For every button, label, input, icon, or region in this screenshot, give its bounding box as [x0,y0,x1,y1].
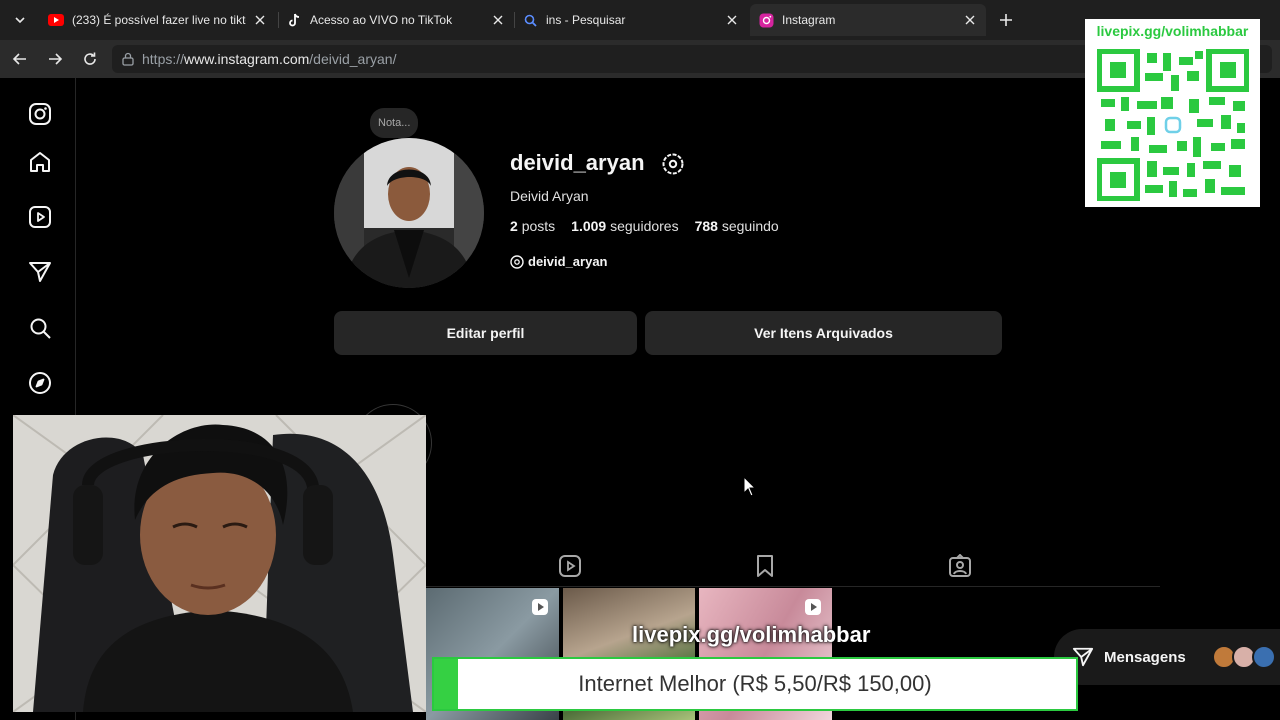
reel-icon [805,599,822,615]
followers-label: seguidores [610,218,679,234]
new-tab-button[interactable] [994,8,1018,32]
posts-stat: 2 posts [510,218,555,234]
plus-icon [1000,14,1012,26]
tagged-tab-icon[interactable] [947,553,973,579]
message-avatars [1212,645,1276,669]
home-icon[interactable] [26,148,54,176]
threads-handle: deivid_aryan [528,254,608,269]
profile-tabs-divider [334,586,1160,587]
edit-profile-button[interactable]: Editar perfil [334,311,637,355]
tab-bing-search[interactable]: ins - Pesquisar [514,4,748,36]
posts-count: 2 [510,218,518,234]
goal-progress-fill [434,659,458,709]
reload-button[interactable] [78,47,102,71]
avatar [1252,645,1276,669]
posts-label: posts [521,218,556,234]
messages-icon[interactable] [26,258,54,286]
threads-link[interactable]: deivid_aryan [510,254,608,269]
close-icon[interactable] [962,12,978,28]
tab-title: Instagram [782,13,836,27]
url-host: www.instagram.com [184,51,310,67]
reels-tab-icon[interactable] [557,553,583,579]
explore-icon[interactable] [26,369,54,397]
tiktok-icon [286,12,302,28]
messages-drawer-button[interactable]: Mensagens [1054,629,1280,685]
goal-text: Internet Melhor (R$ 5,50/R$ 150,00) [578,671,932,696]
lock-icon [120,51,136,67]
profile-username: deivid_aryan [510,150,645,175]
qr-code-icon [1097,49,1249,201]
reel-icon [531,599,548,615]
followers-count: 1.009 [571,218,607,234]
mouse-cursor-icon [743,476,757,497]
instagram-icon [758,12,774,28]
view-archive-button[interactable]: Ver Itens Arquivados [645,311,1002,355]
tab-title: ins - Pesquisar [546,13,626,27]
tab-search-menu-button[interactable] [8,8,32,32]
arrow-left-icon [12,53,26,65]
close-icon[interactable] [252,12,268,28]
profile-stats: 2 posts 1.009 seguidores 788 seguindo [510,218,779,234]
instagram-logo-icon[interactable] [26,100,54,128]
note-bubble[interactable]: Nota... [370,108,419,138]
threads-icon [510,254,524,269]
profile-avatar[interactable] [334,138,484,288]
close-icon[interactable] [490,12,506,28]
following-stat[interactable]: 788 seguindo [695,218,779,234]
settings-gear-icon[interactable] [661,152,685,176]
close-icon[interactable] [724,12,740,28]
reload-icon [84,52,96,65]
youtube-icon [48,12,64,28]
url-prefix: https:// [142,51,185,67]
webcam-overlay [13,415,426,712]
donation-qr-panel: livepix.gg/volimhabbar [1085,19,1260,207]
saved-tab-icon[interactable] [752,553,778,579]
followers-stat[interactable]: 1.009 seguidores [571,218,678,234]
arrow-right-icon [49,53,63,65]
forward-button[interactable] [43,47,67,71]
messages-label: Mensagens [1104,648,1186,666]
tab-title: Acesso ao VIVO no TikTok [310,13,453,27]
qr-url-label: livepix.gg/volimhabbar [1096,23,1249,39]
chevron-down-icon [15,17,25,24]
profile-full-name: Deivid Aryan [510,188,589,204]
url-path: /deivid_aryan/ [309,51,397,67]
search-icon [522,12,538,28]
tab-tiktok[interactable]: Acesso ao VIVO no TikTok [278,4,514,36]
following-label: seguindo [721,218,779,234]
following-count: 788 [694,218,718,234]
search-icon[interactable] [26,314,54,342]
stream-url-text: livepix.gg/volimhabbar [632,622,871,647]
tab-youtube[interactable]: (233) É possível fazer live no tiktok [40,4,276,36]
back-button[interactable] [8,47,32,71]
donation-goal-bar: Internet Melhor (R$ 5,50/R$ 150,00) [432,657,1078,711]
tab-instagram[interactable]: Instagram [750,4,986,36]
reels-icon[interactable] [26,203,54,231]
tab-title: (233) É possível fazer live no tiktok [72,13,246,27]
